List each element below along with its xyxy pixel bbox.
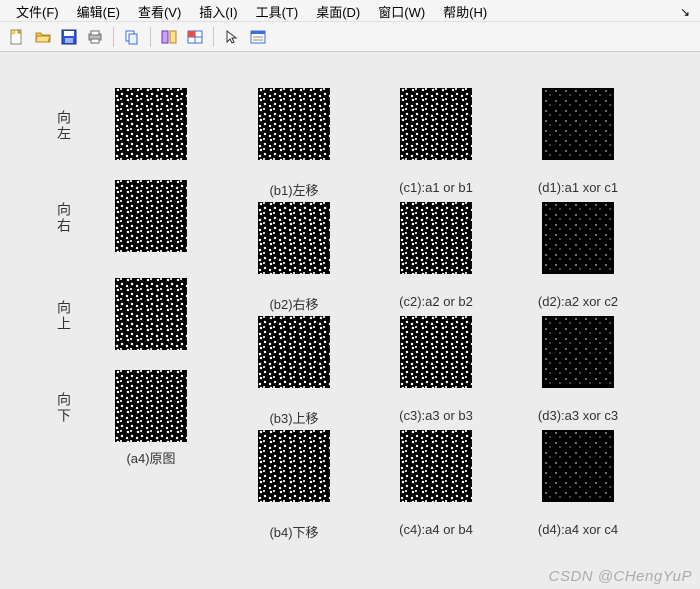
caption-d3: (d3):a3 xor c3 <box>538 408 618 423</box>
menu-file[interactable]: 文件(F) <box>8 1 67 22</box>
menu-desktop[interactable]: 桌面(D) <box>308 1 368 22</box>
thumb-d3 <box>542 316 614 388</box>
caption-d4: (d4):a4 xor c4 <box>538 522 618 537</box>
caption-c2: (c2):a2 or b2 <box>399 294 473 309</box>
pointer-icon <box>224 29 240 45</box>
pointer-button[interactable] <box>221 26 243 48</box>
thumb-c2 <box>400 202 472 274</box>
thumb-b2 <box>258 202 330 274</box>
window-list-icon <box>250 29 266 45</box>
window-list-button[interactable] <box>247 26 269 48</box>
menu-insert[interactable]: 插入(I) <box>191 1 245 22</box>
open-button[interactable] <box>32 26 54 48</box>
row-label-up: 向上 <box>54 300 74 332</box>
thumb-d2 <box>542 202 614 274</box>
thumb-a2 <box>115 180 187 252</box>
watermark: CSDN @CHengYuP <box>549 568 692 585</box>
row-label-left: 向左 <box>54 110 74 142</box>
caption-c1: (c1):a1 or b1 <box>399 180 473 195</box>
menu-overflow-icon[interactable]: ↘ <box>680 5 692 19</box>
toolbar-separator <box>150 27 151 47</box>
thumb-a3 <box>115 278 187 350</box>
menu-edit[interactable]: 编辑(E) <box>69 1 128 22</box>
caption-d2: (d2):a2 xor c2 <box>538 294 618 309</box>
thumb-b3 <box>258 316 330 388</box>
menu-view[interactable]: 查看(V) <box>130 1 189 22</box>
thumb-a1 <box>115 88 187 160</box>
caption-c4: (c4):a4 or b4 <box>399 522 473 537</box>
thumb-c3 <box>400 316 472 388</box>
copy-icon <box>124 29 140 45</box>
thumb-c4 <box>400 430 472 502</box>
panel-grid-icon <box>187 29 203 45</box>
save-button[interactable] <box>58 26 80 48</box>
figure-canvas: 向左 向右 向上 向下 (a4)原图 (b1)左移 (b2)右移 (b3)上移 … <box>0 52 700 589</box>
thumb-d1 <box>542 88 614 160</box>
thumb-a4 <box>115 370 187 442</box>
open-folder-icon <box>35 29 51 45</box>
caption-d1: (d1):a1 xor c1 <box>538 180 618 195</box>
toolbar <box>0 22 700 52</box>
menu-help[interactable]: 帮助(H) <box>435 1 495 22</box>
thumb-c1 <box>400 88 472 160</box>
caption-b3: (b3)上移 <box>269 408 318 427</box>
row-label-down: 向下 <box>54 392 74 424</box>
menu-window[interactable]: 窗口(W) <box>370 1 433 22</box>
caption-a4: (a4)原图 <box>126 448 175 467</box>
menubar: 文件(F) 编辑(E) 查看(V) 插入(I) 工具(T) 桌面(D) 窗口(W… <box>0 0 700 22</box>
toolbar-separator <box>113 27 114 47</box>
print-icon <box>87 29 103 45</box>
toolbar-separator <box>213 27 214 47</box>
print-button[interactable] <box>84 26 106 48</box>
caption-b1: (b1)左移 <box>269 180 318 199</box>
panel-split-button[interactable] <box>158 26 180 48</box>
copy-button[interactable] <box>121 26 143 48</box>
thumb-b1 <box>258 88 330 160</box>
new-file-icon <box>9 29 25 45</box>
save-icon <box>61 29 77 45</box>
panel-grid-button[interactable] <box>184 26 206 48</box>
caption-c3: (c3):a3 or b3 <box>399 408 473 423</box>
new-file-button[interactable] <box>6 26 28 48</box>
menu-tools[interactable]: 工具(T) <box>248 1 307 22</box>
panel-split-icon <box>161 29 177 45</box>
thumb-b4 <box>258 430 330 502</box>
caption-b4: (b4)下移 <box>269 522 318 541</box>
thumb-d4 <box>542 430 614 502</box>
caption-b2: (b2)右移 <box>269 294 318 313</box>
row-label-right: 向右 <box>54 202 74 234</box>
